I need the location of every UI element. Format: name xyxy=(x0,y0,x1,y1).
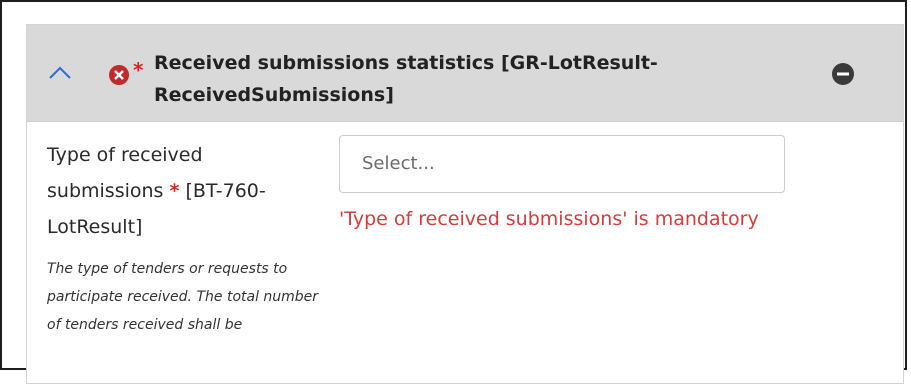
field-label-text: Type of received submissions xyxy=(47,144,203,202)
select-placeholder: Select... xyxy=(362,153,435,174)
error-circle-icon xyxy=(109,65,129,85)
submission-type-select[interactable]: Select... xyxy=(339,135,785,193)
received-submissions-panel: * Received submissions statistics [GR-Lo… xyxy=(26,24,904,384)
minus-circle-icon[interactable] xyxy=(832,63,854,85)
panel-title: Received submissions statistics [GR-LotR… xyxy=(154,52,658,106)
panel-header[interactable]: * Received submissions statistics [GR-Lo… xyxy=(27,25,903,122)
chevron-up-icon[interactable] xyxy=(47,63,73,81)
field-label: Type of received submissions * [BT-760-L… xyxy=(47,137,317,245)
field-description: The type of tenders or requests to parti… xyxy=(47,261,319,333)
validation-error: 'Type of received submissions' is mandat… xyxy=(339,208,759,230)
required-marker: * xyxy=(133,58,144,82)
required-marker: * xyxy=(169,180,180,202)
